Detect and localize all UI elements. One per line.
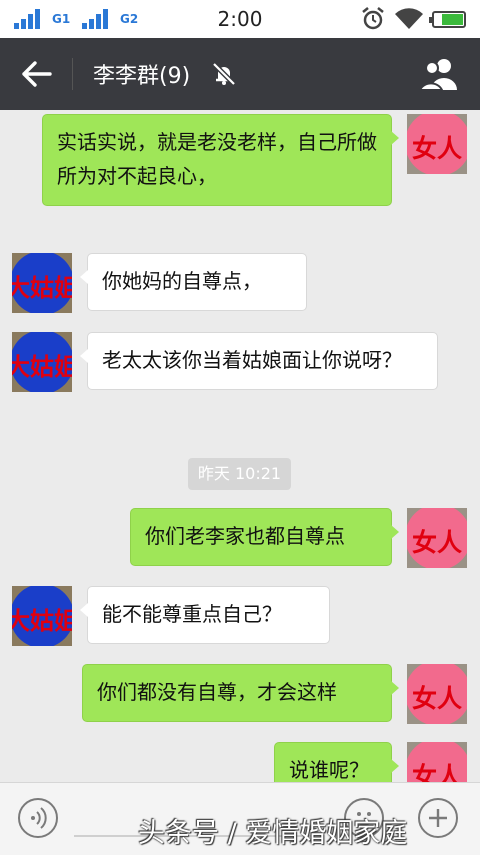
avatar-label: 女人 bbox=[411, 684, 462, 713]
wifi-icon bbox=[395, 8, 423, 30]
chat-header: 李李群(9) bbox=[0, 38, 480, 110]
voice-icon bbox=[31, 807, 47, 829]
watermark: 头条号 / 爱情婚姻家庭 bbox=[138, 818, 408, 849]
avatar-label: 大姑姐 bbox=[12, 352, 72, 381]
avatar-label: 女人 bbox=[411, 134, 462, 163]
avatar[interactable]: 女人 bbox=[407, 508, 467, 568]
status-bar: G1 G2 2:00 bbox=[0, 0, 480, 38]
battery-icon bbox=[429, 11, 466, 28]
message-bubble-outgoing[interactable]: 实话实说，就是老没老样，自己所做所为对不起良心， bbox=[42, 114, 399, 206]
avatar-label: 大姑姐 bbox=[12, 273, 72, 302]
avatar[interactable]: 大姑姐 bbox=[12, 332, 72, 392]
mute-bell-icon bbox=[212, 62, 236, 86]
more-button[interactable] bbox=[418, 798, 458, 838]
message-bubble-outgoing[interactable]: 你们都没有自尊，才会这样 bbox=[82, 664, 399, 722]
group-members-icon[interactable] bbox=[418, 56, 462, 92]
avatar-label: 女人 bbox=[411, 762, 462, 782]
avatar[interactable]: 女人 bbox=[407, 664, 467, 724]
back-arrow-icon[interactable] bbox=[14, 54, 58, 94]
avatar-label: 女人 bbox=[411, 528, 462, 557]
avatar[interactable]: 女人 bbox=[407, 742, 467, 782]
message-list[interactable]: 实话实说，就是老没老样，自己所做所为对不起良心， 女人 大姑姐 你她妈的自尊点，… bbox=[0, 110, 480, 782]
message-bubble-outgoing[interactable]: 说谁呢？ bbox=[274, 742, 399, 782]
plus-icon bbox=[429, 809, 447, 827]
message-bubble-incoming[interactable]: 能不能尊重点自己？ bbox=[80, 586, 330, 644]
message-bubble-outgoing[interactable]: 你们老李家也都自尊点 bbox=[130, 508, 399, 566]
timestamp-badge: 昨天 10:21 bbox=[188, 458, 291, 490]
alarm-icon bbox=[362, 7, 384, 30]
input-bar: 头条号 / 爱情婚姻家庭 bbox=[0, 782, 480, 855]
avatar[interactable]: 女人 bbox=[407, 114, 467, 174]
chat-title: 李李群(9) bbox=[93, 64, 191, 89]
avatar-label: 大姑姐 bbox=[12, 606, 72, 635]
message-bubble-incoming[interactable]: 老太太该你当着姑娘面让你说呀？ bbox=[80, 332, 438, 390]
avatar[interactable]: 大姑姐 bbox=[12, 586, 72, 646]
voice-button[interactable] bbox=[18, 798, 58, 838]
header-divider bbox=[72, 58, 73, 90]
avatar[interactable]: 大姑姐 bbox=[12, 253, 72, 313]
message-bubble-incoming[interactable]: 你她妈的自尊点， bbox=[80, 253, 307, 311]
